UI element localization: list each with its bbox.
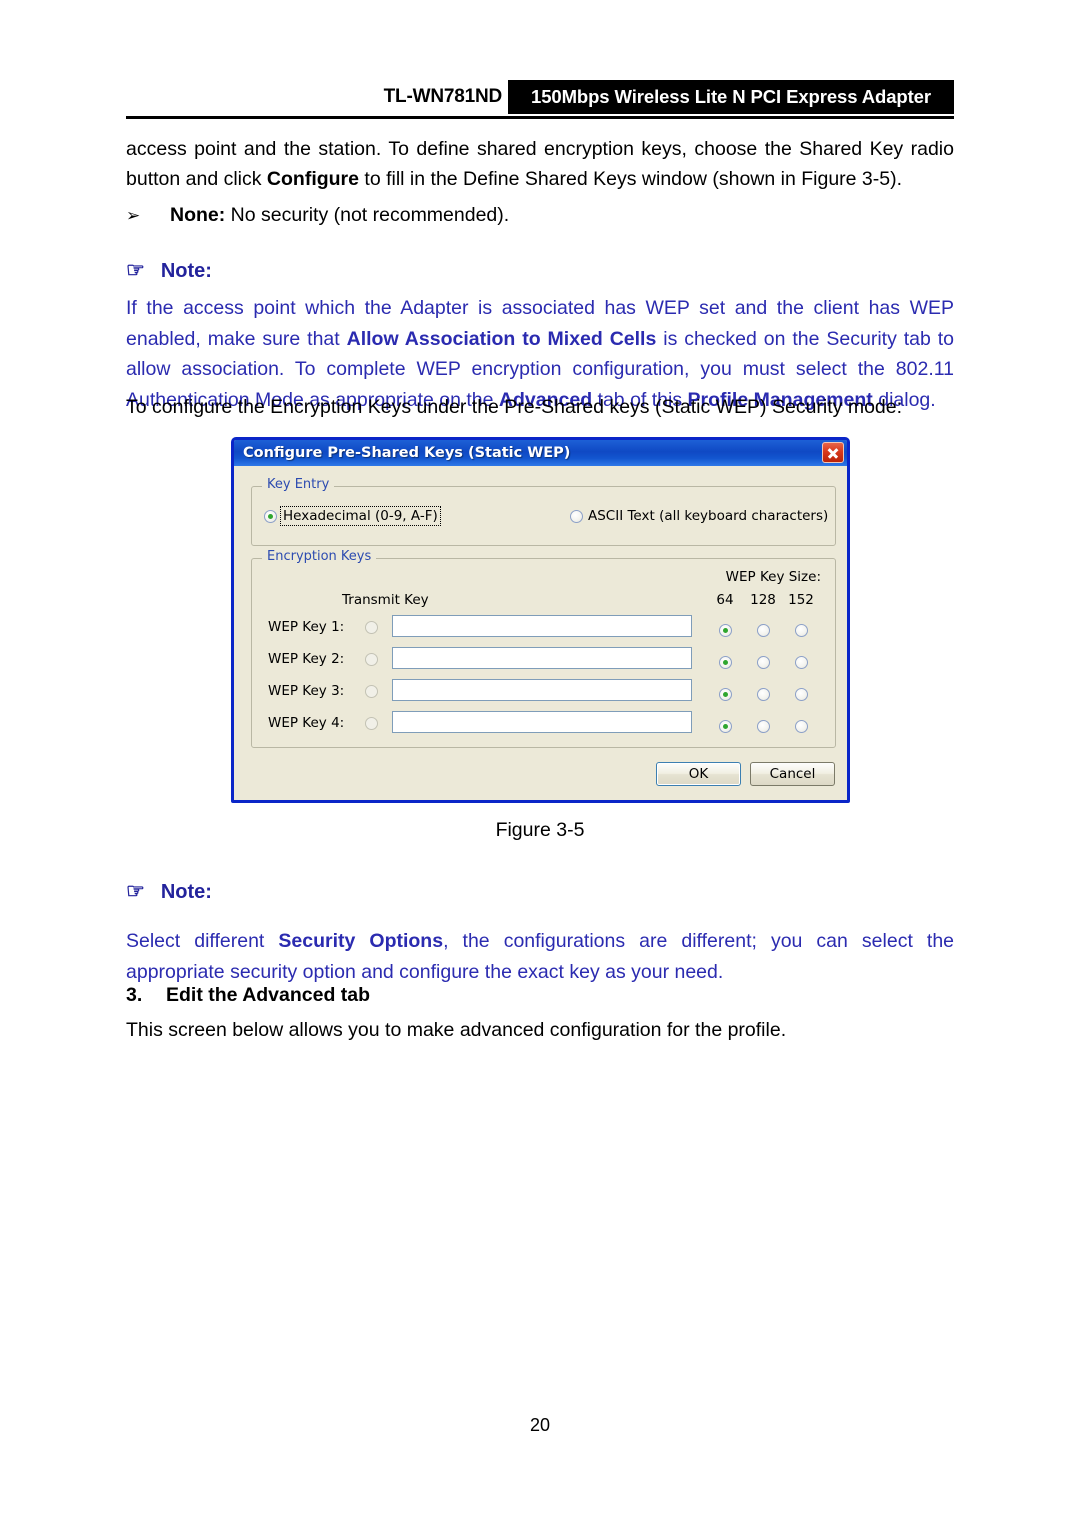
transmit-key-header: Transmit Key <box>342 592 429 608</box>
arrow-bullet-icon: ➢ <box>126 206 141 225</box>
bullet-label-none: None: <box>170 204 226 226</box>
wep-key-2-size-64-cell <box>706 652 744 671</box>
wep-key-3-size-128-cell <box>744 684 782 703</box>
radio-ascii-text[interactable]: ASCII Text (all keyboard characters) <box>570 508 828 524</box>
transmit-key-radio-3[interactable] <box>365 685 378 698</box>
section-number: 3. <box>126 984 143 1006</box>
note-heading-2: ☞ Note: <box>126 879 212 904</box>
wep-key-2-label: WEP Key 2: <box>268 651 345 667</box>
note-heading-1: ☞ Note: <box>126 258 212 283</box>
page-number: 20 <box>529 1415 551 1435</box>
size-column-header-64: 64 <box>716 592 734 608</box>
wep-key-size-header: WEP Key Size: <box>725 569 821 585</box>
wep-key-1-size-152-radio[interactable] <box>794 624 808 637</box>
transmit-key-radio-2[interactable] <box>365 653 378 666</box>
configure-mode-paragraph: To configure the Encryption Keys under t… <box>126 396 903 418</box>
close-icon[interactable] <box>822 442 844 463</box>
header-product-name: 150Mbps Wireless Lite N PCI Express Adap… <box>531 86 931 107</box>
bullet-item-none: ➢ None: No security (not recommended). <box>126 200 954 231</box>
configure-pre-shared-keys-dialog: Configure Pre-Shared Keys (Static WEP) K… <box>231 437 850 803</box>
radio-hexadecimal-label: Hexadecimal (0-9, A-F) <box>280 506 441 526</box>
encryption-keys-groupbox: Encryption Keys WEP Key Size: Transmit K… <box>251 549 836 748</box>
wep-key-row-2: WEP Key 2: <box>252 647 835 673</box>
wep-key-2-size-128-cell <box>744 652 782 671</box>
wep-key-1-size-152-cell <box>782 620 820 639</box>
header-model-name: TL-WN781ND <box>383 86 503 107</box>
wep-key-4-size-64-radio[interactable] <box>718 720 732 733</box>
wep-key-2-size-152-cell <box>782 652 820 671</box>
header-product-band: 150Mbps Wireless Lite N PCI Express Adap… <box>508 80 954 114</box>
wep-key-4-input[interactable] <box>392 711 692 733</box>
radio-hexadecimal-indicator[interactable] <box>264 509 277 523</box>
wep-key-2-input[interactable] <box>392 647 692 669</box>
note2-segment-1: Select different <box>126 930 279 952</box>
wep-key-2-size-128-radio[interactable] <box>756 656 770 669</box>
wep-key-3-label: WEP Key 3: <box>268 683 345 699</box>
note-label-2: Note: <box>160 881 212 903</box>
note-label-1: Note: <box>160 260 212 282</box>
encryption-keys-group-label: Encryption Keys <box>262 549 377 564</box>
running-header: TL-WN781ND 150Mbps Wireless Lite N PCI E… <box>126 80 954 116</box>
note1-bold-mixed-cells: Allow Association to Mixed Cells <box>346 327 657 350</box>
wep-key-4-size-128-cell <box>744 716 782 735</box>
wep-key-row-4: WEP Key 4: <box>252 711 835 737</box>
wep-key-4-size-128-radio[interactable] <box>756 720 770 733</box>
wep-key-4-size-152-cell <box>782 716 820 735</box>
size-column-header-152: 152 <box>788 592 814 608</box>
transmit-key-radio-1[interactable] <box>365 621 378 634</box>
document-page: TL-WN781ND 150Mbps Wireless Lite N PCI E… <box>0 0 1080 1527</box>
wep-key-3-size-64-cell <box>706 684 744 703</box>
intro-paragraph: access point and the station. To define … <box>126 134 954 194</box>
wep-key-3-size-152-radio[interactable] <box>794 688 808 701</box>
pointing-hand-icon: ☞ <box>126 259 145 282</box>
wep-key-1-size-64-cell <box>706 620 744 639</box>
wep-key-4-size-64-cell <box>706 716 744 735</box>
wep-key-1-size-64-radio[interactable] <box>718 624 732 637</box>
ok-button[interactable]: OK <box>656 762 741 786</box>
size-column-header-128: 128 <box>750 592 776 608</box>
note2-bold-security-options: Security Options <box>278 930 444 952</box>
wep-key-3-size-128-radio[interactable] <box>756 688 770 701</box>
wep-key-2-size-152-radio[interactable] <box>794 656 808 669</box>
header-divider-rule <box>126 116 954 119</box>
note-body-2: Select different Security Options, the c… <box>126 926 954 987</box>
radio-ascii-text-indicator[interactable] <box>570 509 583 523</box>
wep-key-3-size-64-radio[interactable] <box>718 688 732 701</box>
radio-hexadecimal[interactable]: Hexadecimal (0-9, A-F) <box>264 506 441 526</box>
wep-key-1-input[interactable] <box>392 615 692 637</box>
bullet-desc-none: No security (not recommended). <box>225 204 510 226</box>
wep-key-1-label: WEP Key 1: <box>268 619 345 635</box>
dialog-titlebar: Configure Pre-Shared Keys (Static WEP) <box>234 440 847 466</box>
transmit-key-radio-4[interactable] <box>365 717 378 730</box>
pointing-hand-icon-2: ☞ <box>126 880 145 903</box>
dialog-client-area: Key Entry Hexadecimal (0-9, A-F) ASCII T… <box>234 466 847 800</box>
wep-key-4-label: WEP Key 4: <box>268 715 345 731</box>
wep-key-1-size-128-cell <box>744 620 782 639</box>
wep-key-row-1: WEP Key 1: <box>252 615 835 641</box>
wep-key-1-size-128-radio[interactable] <box>756 624 770 637</box>
figure-caption: Figure 3-5 <box>495 819 585 841</box>
advanced-tab-description: This screen below allows you to make adv… <box>126 1019 787 1041</box>
wep-key-2-size-64-radio[interactable] <box>718 656 732 669</box>
wep-key-row-3: WEP Key 3: <box>252 679 835 705</box>
key-entry-groupbox: Key Entry Hexadecimal (0-9, A-F) ASCII T… <box>251 477 836 546</box>
wep-key-4-size-152-radio[interactable] <box>794 720 808 733</box>
radio-ascii-text-label: ASCII Text (all keyboard characters) <box>588 508 829 524</box>
key-entry-group-label: Key Entry <box>262 477 335 492</box>
cancel-button[interactable]: Cancel <box>750 762 835 786</box>
section-heading-edit-advanced-tab: 3. Edit the Advanced tab <box>126 984 954 1007</box>
section-title: Edit the Advanced tab <box>166 984 371 1006</box>
intro-configure-bold: Configure <box>266 168 359 190</box>
dialog-title: Configure Pre-Shared Keys (Static WEP) <box>243 445 571 461</box>
wep-key-3-size-152-cell <box>782 684 820 703</box>
wep-key-3-input[interactable] <box>392 679 692 701</box>
intro-text-tail: to fill in the Define Shared Keys window… <box>359 168 903 190</box>
